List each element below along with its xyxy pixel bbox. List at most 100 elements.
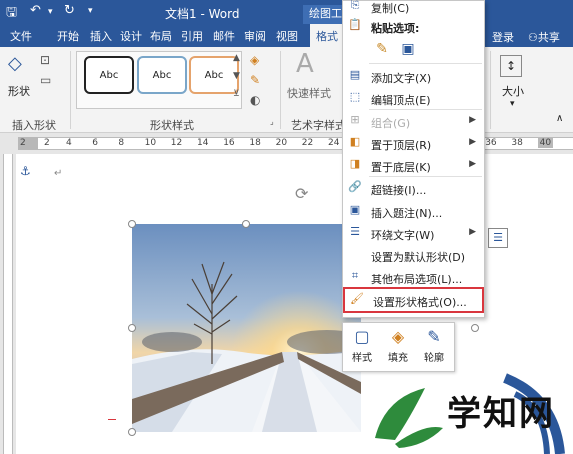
submenu-arrow-icon: ▶	[469, 159, 476, 169]
undo-icon[interactable]: ↶	[30, 3, 41, 18]
wrap-text-icon: ☰	[350, 225, 360, 238]
anchor-icon: ⚓	[20, 164, 31, 178]
ribbon: ◇ ⊡ ▭ 形状 插入形状 Abc Abc Abc ▲ ▼ ⊻ ◈ ✎ ◐ 形状…	[0, 47, 573, 133]
menu-item-hyperlink[interactable]: 🔗 超链接(I)...	[343, 177, 484, 199]
image-illustration	[132, 224, 361, 432]
wordart-a-icon[interactable]: A	[296, 49, 314, 79]
format-shape-icon: 🖌	[350, 292, 364, 305]
menu-item-add-text[interactable]: ▤ 添加文字(X)	[343, 65, 484, 87]
gallery-more-icon[interactable]: ⊻	[233, 89, 240, 99]
outline-button[interactable]: ✎ 轮廓	[417, 327, 451, 369]
shape-outline-icon[interactable]: ✎	[250, 73, 260, 87]
rotate-handle-icon[interactable]: ⟳	[295, 184, 308, 203]
shape-diamond-icon[interactable]: ◇	[8, 53, 22, 74]
quick-styles-button[interactable]: 快速样式	[287, 85, 331, 101]
tab-insert[interactable]: 插入	[90, 28, 112, 44]
submenu-arrow-icon: ▶	[469, 137, 476, 147]
fill-button[interactable]: ◈ 填充	[381, 327, 415, 369]
menu-item-send-to-back[interactable]: ◨ 置于底层(K) ▶	[343, 154, 484, 176]
ruler-number: 2	[20, 138, 26, 148]
hyperlink-icon: 🔗	[348, 180, 362, 193]
menu-item-format-shape[interactable]: 🖌 设置形状格式(O)...	[343, 287, 484, 313]
ruler-number: 16	[223, 138, 235, 148]
edit-points-icon: ⬚	[349, 90, 361, 103]
customize-qat-icon[interactable]: ▾	[88, 6, 93, 16]
style-button[interactable]: ▢ 样式	[345, 327, 379, 369]
tab-design[interactable]: 设计	[120, 28, 142, 44]
menu-item-wrap-text[interactable]: ☰ 环绕文字(W) ▶	[343, 222, 484, 244]
login-button[interactable]: 登录	[492, 29, 514, 45]
snow-landscape-image[interactable]	[132, 224, 361, 432]
divider	[70, 51, 71, 129]
menu-item-bring-to-front[interactable]: ◧ 置于顶层(R) ▶	[343, 132, 484, 154]
shape-style-sample[interactable]: Abc	[137, 56, 187, 94]
ribbon-tabs: 文件 开始 插入 设计 布局 引用 邮件 审阅 视图 格式 登录 ⚇共享	[0, 24, 573, 47]
resize-handle[interactable]	[471, 324, 479, 332]
gallery-down-icon[interactable]: ▼	[233, 71, 240, 81]
paste-keep-format-icon[interactable]: ✎	[373, 41, 391, 59]
layout-options-icon[interactable]: ☰	[488, 228, 508, 248]
watermark-text: 学知网	[447, 394, 555, 434]
tab-review[interactable]: 审阅	[244, 28, 266, 44]
vertical-ruler	[0, 154, 16, 454]
shape-effects-icon[interactable]: ◐	[250, 93, 260, 107]
resize-handle[interactable]	[128, 324, 136, 332]
resize-handle[interactable]	[128, 428, 136, 436]
ruler-number: 4	[66, 138, 72, 148]
horizontal-ruler: 2 2 46810121416182022242628303234363840	[0, 134, 573, 154]
tab-view[interactable]: 视图	[276, 28, 298, 44]
shape-style-sample[interactable]: Abc	[189, 56, 239, 94]
divider	[490, 51, 491, 129]
shape-fill-icon[interactable]: ◈	[250, 53, 259, 67]
resize-handle[interactable]	[128, 220, 136, 228]
menu-item-set-default-shape[interactable]: 设置为默认形状(D)	[343, 244, 484, 266]
document-title: 文档1 - Word	[165, 7, 240, 21]
collapse-ribbon-icon[interactable]: ∧	[556, 113, 563, 124]
ruler-number: 6	[92, 138, 98, 148]
person-icon: ⚇	[528, 31, 538, 44]
tab-file[interactable]: 文件	[10, 28, 32, 44]
ruler-number: 36	[485, 138, 497, 148]
tab-mailings[interactable]: 邮件	[213, 28, 235, 44]
divider	[280, 51, 281, 129]
tab-format[interactable]: 格式	[310, 24, 344, 47]
gallery-up-icon[interactable]: ▲	[233, 53, 240, 63]
textbox-icon[interactable]: ▭	[40, 73, 51, 87]
menu-item-insert-caption[interactable]: ▣ 插入题注(N)...	[343, 200, 484, 222]
menu-item-edit-points[interactable]: ⬚ 编辑顶点(E)	[343, 87, 484, 109]
ruler-number: 8	[118, 138, 125, 148]
caption-icon: ▣	[349, 203, 361, 216]
size-icon[interactable]: ↕	[500, 55, 522, 77]
menu-item-more-layout-options[interactable]: ⌗ 其他布局选项(L)...	[343, 266, 484, 288]
shape-styles-group-label: 形状样式	[150, 119, 194, 132]
shape-style-sample[interactable]: Abc	[84, 56, 134, 94]
redo-icon[interactable]: ↻	[64, 3, 75, 18]
ruler-number: 14	[197, 138, 209, 148]
outline-pen-icon: ✎	[427, 327, 441, 346]
fill-bucket-icon: ◈	[391, 327, 405, 346]
submenu-arrow-icon: ▶	[469, 227, 476, 237]
undo-dropdown-icon[interactable]: ▾	[48, 7, 53, 17]
textbox-icon: ▤	[349, 68, 361, 81]
share-button[interactable]: ⚇共享	[528, 29, 560, 45]
ruler-number: 22	[301, 138, 314, 148]
shapes-button[interactable]: 形状	[8, 83, 30, 99]
tab-references[interactable]: 引用	[181, 28, 203, 44]
save-icon[interactable]: 🖫	[6, 3, 17, 25]
layout-options-icon: ⌗	[351, 269, 359, 282]
style-icon: ▢	[354, 327, 370, 346]
edit-shape-icon[interactable]: ⊡	[40, 53, 50, 67]
resize-handle[interactable]	[242, 220, 250, 228]
paste-picture-icon[interactable]: ▣	[399, 41, 417, 59]
dialog-launcher-icon[interactable]: ⌟	[270, 117, 274, 126]
paragraph-mark-icon: ↵	[54, 168, 63, 179]
tab-layout[interactable]: 布局	[150, 28, 172, 44]
tab-home[interactable]: 开始	[57, 28, 79, 44]
menu-item-group: ⊞ 组合(G) ▶	[343, 110, 484, 132]
group-icon: ⊞	[350, 113, 360, 126]
vertical-ruler-track	[3, 154, 13, 454]
cursor-mark	[108, 419, 116, 420]
wordart-group-label: 艺术字样式	[291, 119, 346, 132]
size-dropdown-icon[interactable]: ▾	[510, 99, 515, 109]
size-button[interactable]: 大小	[502, 83, 524, 99]
